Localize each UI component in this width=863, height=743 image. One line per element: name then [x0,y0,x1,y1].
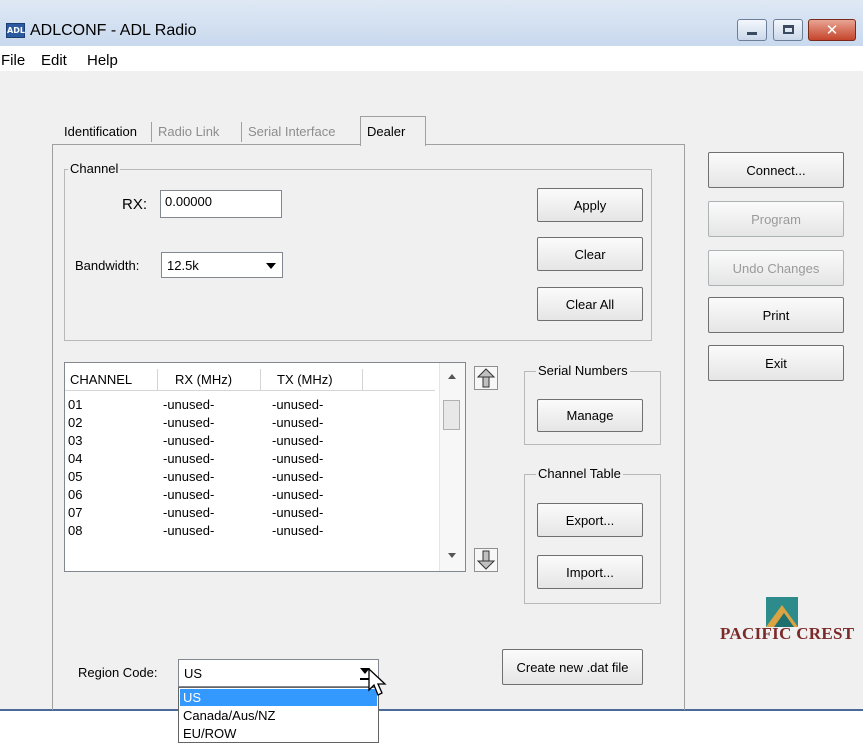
channel-cell[interactable]: 02 [68,415,82,430]
double-up-arrow-icon [476,368,496,388]
app-icon: ADL [6,23,25,38]
rx-cell[interactable]: -unused- [163,469,214,484]
rx-cell[interactable]: -unused- [163,415,214,430]
clear-all-button[interactable]: Clear All [537,287,643,321]
channel-list-scrollbar[interactable] [439,363,465,571]
region-code-dropdown[interactable]: US Canada/Aus/NZ EU/ROW [178,687,379,743]
clear-button[interactable]: Clear [537,237,643,271]
chevron-down-icon [266,263,276,269]
region-option-eu-row[interactable]: EU/ROW [180,725,377,742]
rx-cell[interactable]: -unused- [163,487,214,502]
tx-cell[interactable]: -unused- [272,451,323,466]
create-dat-file-button[interactable]: Create new .dat file [502,649,643,685]
channel-table-label: Channel Table [536,466,623,481]
column-header-tx[interactable]: TX (MHz) [277,372,333,387]
rx-cell[interactable]: -unused- [163,523,214,538]
region-code-value: US [184,666,203,681]
menu-help[interactable]: Help [87,52,118,69]
channel-cell[interactable]: 07 [68,505,82,520]
channel-cell[interactable]: 03 [68,433,82,448]
channel-cell[interactable]: 06 [68,487,82,502]
column-header-rx[interactable]: RX (MHz) [175,372,232,387]
double-down-arrow-icon [476,550,496,570]
column-header-channel[interactable]: CHANNEL [70,372,132,387]
undo-changes-button[interactable]: Undo Changes [708,250,844,286]
maximize-button[interactable] [773,19,803,41]
column-divider [260,369,261,391]
bottom-strip [0,711,863,743]
scroll-down-icon[interactable] [448,553,456,558]
region-code-label: Region Code: [78,665,158,680]
tx-cell[interactable]: -unused- [272,487,323,502]
tab-identification[interactable]: Identification [58,120,143,144]
minimize-icon [747,32,757,35]
region-option-us[interactable]: US [180,689,377,706]
logo-text: PACIFIC CREST [720,624,855,643]
tx-cell[interactable]: -unused- [272,433,323,448]
rx-label: RX: [122,196,148,213]
close-icon: ✕ [825,21,839,39]
channel-cell[interactable]: 08 [68,523,82,538]
channel-group-label: Channel [68,161,121,176]
channel-cell[interactable]: 01 [68,397,82,412]
menu-edit[interactable]: Edit [41,52,67,69]
move-up-button[interactable] [474,366,498,390]
rx-cell[interactable]: -unused- [163,451,214,466]
tx-cell[interactable]: -unused- [272,397,323,412]
menu-file[interactable]: File [1,52,25,69]
rx-cell[interactable]: -unused- [163,397,214,412]
scroll-up-icon[interactable] [448,374,456,379]
minimize-button[interactable] [737,19,767,41]
tx-cell[interactable]: -unused- [272,469,323,484]
bandwidth-select[interactable]: 12.5k [161,252,283,278]
tx-cell[interactable]: -unused- [272,415,323,430]
cursor-icon [368,668,387,696]
channel-list[interactable] [64,362,466,572]
channel-cell[interactable]: 05 [68,469,82,484]
tx-cell[interactable]: -unused- [272,523,323,538]
manage-button[interactable]: Manage [537,399,643,432]
column-divider [362,369,363,391]
region-code-select[interactable]: US [178,659,379,687]
tab-serial-interface[interactable]: Serial Interface [242,120,341,144]
rx-cell[interactable]: -unused- [163,433,214,448]
maximize-icon [782,25,794,34]
region-option-canada-aus-nz[interactable]: Canada/Aus/NZ [180,707,377,724]
move-down-button[interactable] [474,548,498,572]
column-divider [157,369,158,391]
export-button[interactable]: Export... [537,503,643,537]
bandwidth-value: 12.5k [167,258,199,273]
serial-numbers-label: Serial Numbers [536,363,630,378]
channel-cell[interactable]: 04 [68,451,82,466]
rx-input[interactable]: 0.00000 [160,190,282,218]
connect-button[interactable]: Connect... [708,152,844,188]
exit-button[interactable]: Exit [708,345,844,381]
tx-cell[interactable]: -unused- [272,505,323,520]
program-button[interactable]: Program [708,201,844,237]
import-button[interactable]: Import... [537,555,643,589]
print-button[interactable]: Print [708,297,844,333]
rx-cell[interactable]: -unused- [163,505,214,520]
apply-button[interactable]: Apply [537,188,643,222]
close-button[interactable]: ✕ [808,19,856,41]
bandwidth-label: Bandwidth: [75,258,140,273]
window-title: ADLCONF - ADL Radio [30,22,197,39]
scroll-thumb[interactable] [443,400,460,430]
tab-radio-link[interactable]: Radio Link [152,120,225,144]
menu-bar [0,47,863,71]
tab-dealer[interactable]: Dealer [360,116,426,146]
